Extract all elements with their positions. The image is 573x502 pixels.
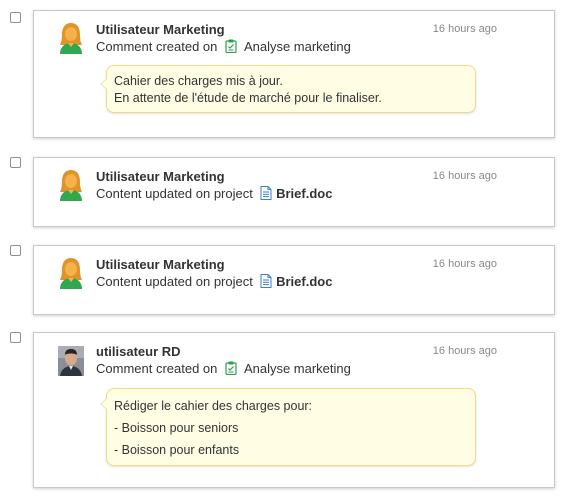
activity-card: Utilisateur Marketing 16 hours ago Comme… (33, 10, 555, 138)
comment-line: Cahier des charges mis à jour. (114, 74, 283, 88)
author-name[interactable]: Utilisateur Marketing (96, 22, 225, 37)
activity-description: Comment created on Analyse marketing (96, 361, 351, 376)
target-link[interactable]: Analyse marketing (244, 39, 351, 54)
clipboard-icon (225, 39, 237, 53)
target-link[interactable]: Analyse marketing (244, 361, 351, 376)
activity-card: utilisateur RD 16 hours ago Comment crea… (33, 332, 555, 488)
bubble-tip (100, 398, 107, 410)
timestamp: 16 hours ago (432, 345, 497, 357)
female-user-avatar-icon (60, 258, 82, 289)
document-icon (260, 186, 272, 200)
target-link[interactable]: Brief.doc (276, 274, 332, 289)
male-user-photo-icon (58, 346, 84, 376)
action-text: Content updated on project (96, 186, 253, 201)
select-checkbox[interactable] (10, 332, 21, 343)
action-text: Content updated on project (96, 274, 253, 289)
comment-line: Rédiger le cahier des charges pour: (114, 399, 313, 413)
action-text: Comment created on (96, 361, 218, 376)
female-user-avatar-icon (60, 23, 82, 54)
comment-line: En attente de l'étude de marché pour le … (114, 91, 382, 105)
select-checkbox[interactable] (10, 157, 21, 168)
timestamp: 16 hours ago (432, 23, 497, 35)
timestamp: 16 hours ago (432, 170, 497, 182)
comment-bubble: Cahier des charges mis à jour. En attent… (100, 65, 476, 113)
select-checkbox[interactable] (10, 12, 21, 23)
author-name[interactable]: Utilisateur Marketing (96, 257, 225, 272)
activity-card: Utilisateur Marketing 16 hours ago Conte… (33, 245, 555, 315)
select-checkbox[interactable] (10, 245, 21, 256)
author-name[interactable]: Utilisateur Marketing (96, 169, 225, 184)
activity-description: Content updated on project Brief.doc (96, 274, 332, 289)
author-name[interactable]: utilisateur RD (96, 344, 181, 359)
target-link[interactable]: Brief.doc (276, 186, 332, 201)
timestamp: 16 hours ago (432, 258, 497, 270)
female-user-avatar-icon (60, 170, 82, 201)
activity-feed: Utilisateur Marketing 16 hours ago Comme… (0, 0, 573, 502)
document-icon (260, 274, 272, 288)
comment-bubble: Rédiger le cahier des charges pour: - Bo… (100, 388, 476, 466)
activity-description: Comment created on Analyse marketing (96, 39, 351, 54)
activity-description: Content updated on project Brief.doc (96, 186, 332, 201)
action-text: Comment created on (96, 39, 218, 54)
comment-line: - Boisson pour seniors (114, 421, 239, 435)
clipboard-icon (225, 361, 237, 375)
comment-line: - Boisson pour enfants (114, 443, 240, 457)
bubble-tip (100, 78, 107, 90)
activity-card: Utilisateur Marketing 16 hours ago Conte… (33, 157, 555, 227)
